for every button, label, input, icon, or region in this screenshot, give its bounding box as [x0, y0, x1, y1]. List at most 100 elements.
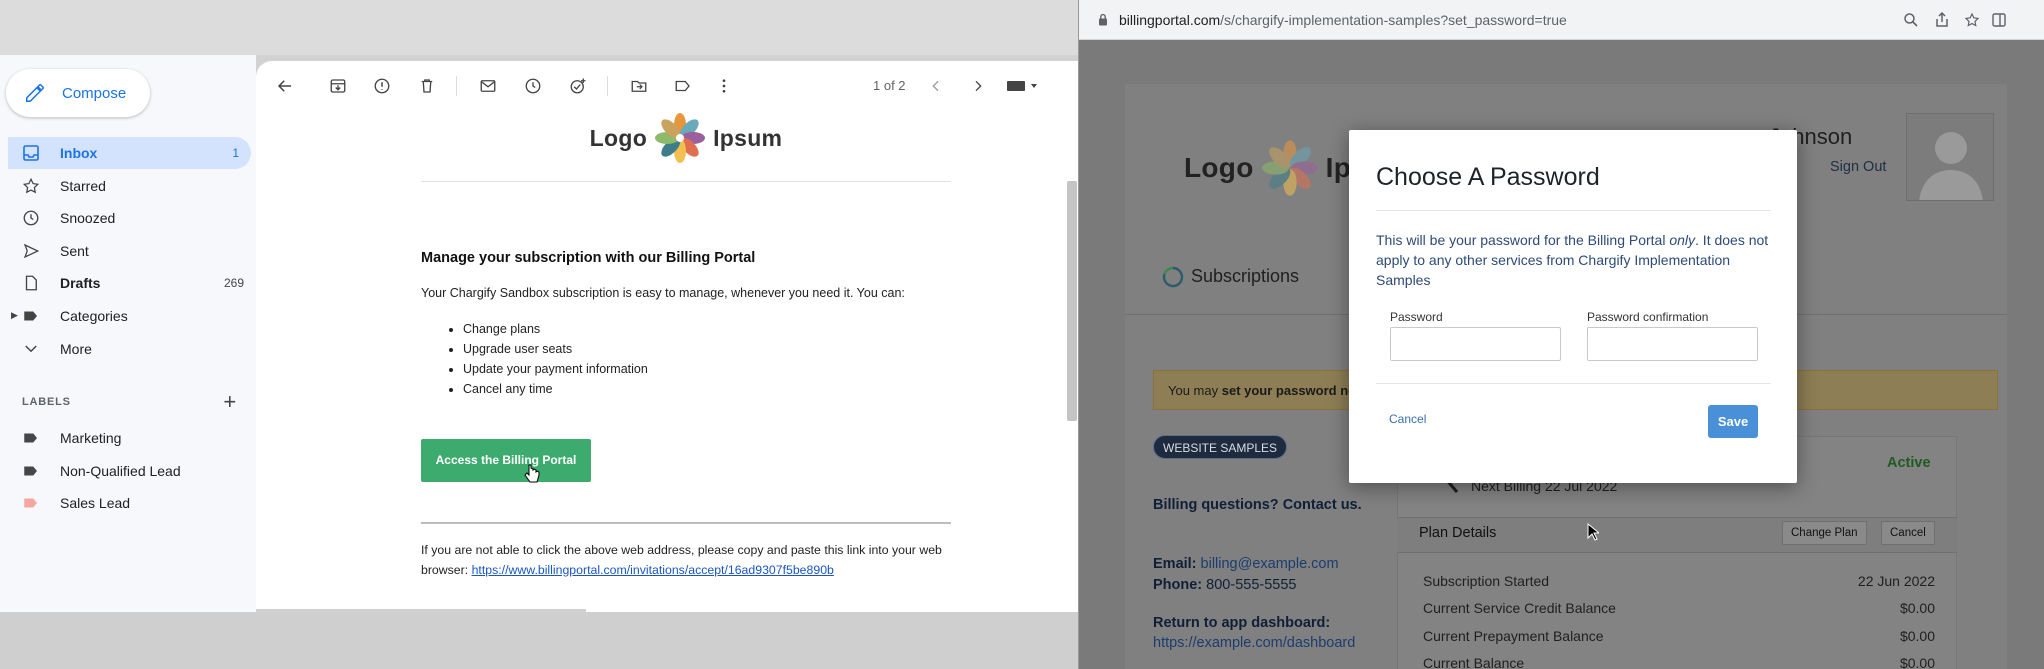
row-label: Current Service Credit Balance [1423, 600, 1616, 616]
cancel-subscription-button[interactable]: Cancel [1881, 521, 1935, 545]
pencil-icon [26, 84, 44, 102]
labels-list: Marketing Non-Qualified Lead Sales Lead [0, 422, 256, 520]
nav-item-snoozed[interactable]: Snoozed [0, 202, 256, 234]
logo-text-left: Logo [1184, 152, 1254, 183]
label-icon [22, 462, 40, 480]
toolbar-separator [607, 76, 608, 96]
notice-bold: set your password no [1221, 383, 1357, 398]
modal-divider [1376, 383, 1771, 384]
label-as-icon[interactable] [671, 74, 695, 98]
nav-item-inbox[interactable]: Inbox 1 [8, 137, 251, 169]
nav-item-starred[interactable]: Starred [0, 170, 256, 202]
archive-icon[interactable] [326, 74, 350, 98]
labels-title: LABELS [22, 396, 71, 408]
label-item-marketing[interactable]: Marketing [0, 422, 256, 454]
email-heading: Manage your subscription with our Billin… [421, 250, 756, 266]
gmail-nav: Inbox 1 Starred Snoozed Sent Drafts 269 … [0, 137, 256, 365]
desc-emphasis: only [1669, 232, 1696, 248]
row-value: $0.00 [1899, 628, 1935, 644]
extensions-icon[interactable] [1991, 12, 2007, 28]
plan-details-title: Plan Details [1419, 525, 1497, 541]
table-row: Subscription Started 22 Jun 2022 [1423, 573, 1935, 589]
notice-text: You may [1168, 383, 1222, 398]
nav-item-sent[interactable]: Sent [0, 235, 256, 267]
password-field[interactable] [1390, 327, 1561, 361]
billing-questions: Billing questions? Contact us. [1153, 497, 1362, 513]
sign-out-link[interactable]: Sign Out [1830, 159, 1886, 175]
address-bar[interactable]: billingportal.com/s/chargify-implementat… [1079, 0, 2044, 40]
url-text[interactable]: billingportal.com/s/chargify-implementat… [1119, 12, 1567, 28]
table-row: Current Service Credit Balance $0.00 [1423, 600, 1935, 616]
clock-icon [22, 209, 40, 227]
list-item: Cancel any time [463, 379, 951, 399]
url-path: /s/chargify-implementation-samples?set_p… [1220, 12, 1567, 28]
status-badge: Active [1887, 455, 1931, 471]
send-icon [22, 242, 40, 260]
avatar-silhouette-icon [1919, 132, 1983, 200]
cancel-button[interactable]: Cancel [1389, 412, 1426, 426]
back-arrow-icon[interactable] [273, 74, 297, 98]
newer-chevron-icon[interactable] [924, 74, 948, 98]
more-options-icon[interactable] [712, 74, 736, 98]
invitation-link[interactable]: https://www.billingportal.com/invitation… [472, 563, 834, 577]
older-chevron-icon[interactable] [966, 74, 990, 98]
password-confirmation-field[interactable] [1587, 327, 1758, 361]
tab-subscriptions[interactable]: Subscriptions [1191, 266, 1299, 287]
snooze-icon[interactable] [521, 74, 545, 98]
desc-text: This will be your password for the Billi… [1376, 232, 1670, 248]
portal-logo: Logo Ips [1184, 138, 1367, 198]
report-spam-icon[interactable] [370, 74, 394, 98]
row-label: Current Prepayment Balance [1423, 628, 1604, 644]
row-value: 22 Jun 2022 [1857, 573, 1935, 589]
move-to-icon[interactable] [627, 74, 651, 98]
nav-label: Starred [60, 177, 106, 194]
label-name: Marketing [60, 430, 122, 446]
nav-label: Inbox [60, 145, 98, 161]
nav-item-more[interactable]: More [0, 333, 256, 365]
mark-unread-icon[interactable] [476, 74, 500, 98]
compose-label: Compose [62, 84, 127, 102]
dashboard-link[interactable]: https://example.com/dashboard [1153, 633, 1355, 653]
change-plan-button[interactable]: Change Plan [1782, 521, 1867, 545]
add-task-icon[interactable] [566, 74, 590, 98]
gmail-top-bar [0, 0, 1078, 55]
star-icon [22, 177, 40, 195]
label-item-non-qualified-lead[interactable]: Non-Qualified Lead [0, 455, 256, 487]
expand-caret-icon[interactable]: ▶ [11, 310, 18, 321]
lock-icon[interactable] [1098, 13, 1108, 26]
nav-item-categories[interactable]: ▶ Categories [0, 300, 256, 332]
billing-email-link[interactable]: billing@example.com [1201, 556, 1339, 572]
table-row: Current Balance $0.00 [1423, 655, 1935, 669]
nav-item-drafts[interactable]: Drafts 269 [0, 267, 256, 299]
label-item-sales-lead[interactable]: Sales Lead [0, 487, 256, 519]
subscriptions-icon [1162, 266, 1184, 288]
compose-button[interactable]: Compose [6, 69, 150, 117]
logo-text-left: Logo [589, 124, 648, 151]
chevron-down-icon [22, 340, 40, 358]
flower-logo-icon [655, 113, 706, 163]
return-label: Return to app dashboard: [1153, 615, 1331, 631]
access-billing-portal-button[interactable]: Access the Billing Portal [421, 439, 591, 482]
logo-text-right: Ipsum [713, 124, 783, 151]
password-label: Password [1390, 310, 1443, 324]
bookmark-star-icon[interactable] [1964, 12, 1980, 28]
row-label: Subscription Started [1423, 573, 1550, 589]
delete-icon[interactable] [415, 74, 439, 98]
message-scrollbar[interactable] [1067, 181, 1077, 421]
save-button[interactable]: Save [1708, 405, 1758, 438]
email-footer: If you are not able to click the above w… [421, 540, 951, 580]
gmail-bottom-bar [0, 612, 1078, 669]
email-divider [421, 181, 951, 182]
zoom-icon[interactable] [1903, 12, 1919, 28]
horizontal-scrollbar[interactable] [256, 609, 586, 612]
avatar [1906, 113, 1994, 201]
draft-icon [22, 274, 40, 292]
label-name: Sales Lead [60, 495, 131, 511]
input-tools-icon[interactable] [1004, 74, 1040, 98]
email-footer-divider [421, 522, 951, 524]
nav-count: 269 [223, 276, 244, 291]
add-label-icon[interactable]: + [223, 391, 237, 413]
share-icon[interactable] [1934, 12, 1950, 28]
nav-label: Snoozed [60, 210, 116, 227]
browser-window: billingportal.com/s/chargify-implementat… [1078, 0, 2044, 669]
